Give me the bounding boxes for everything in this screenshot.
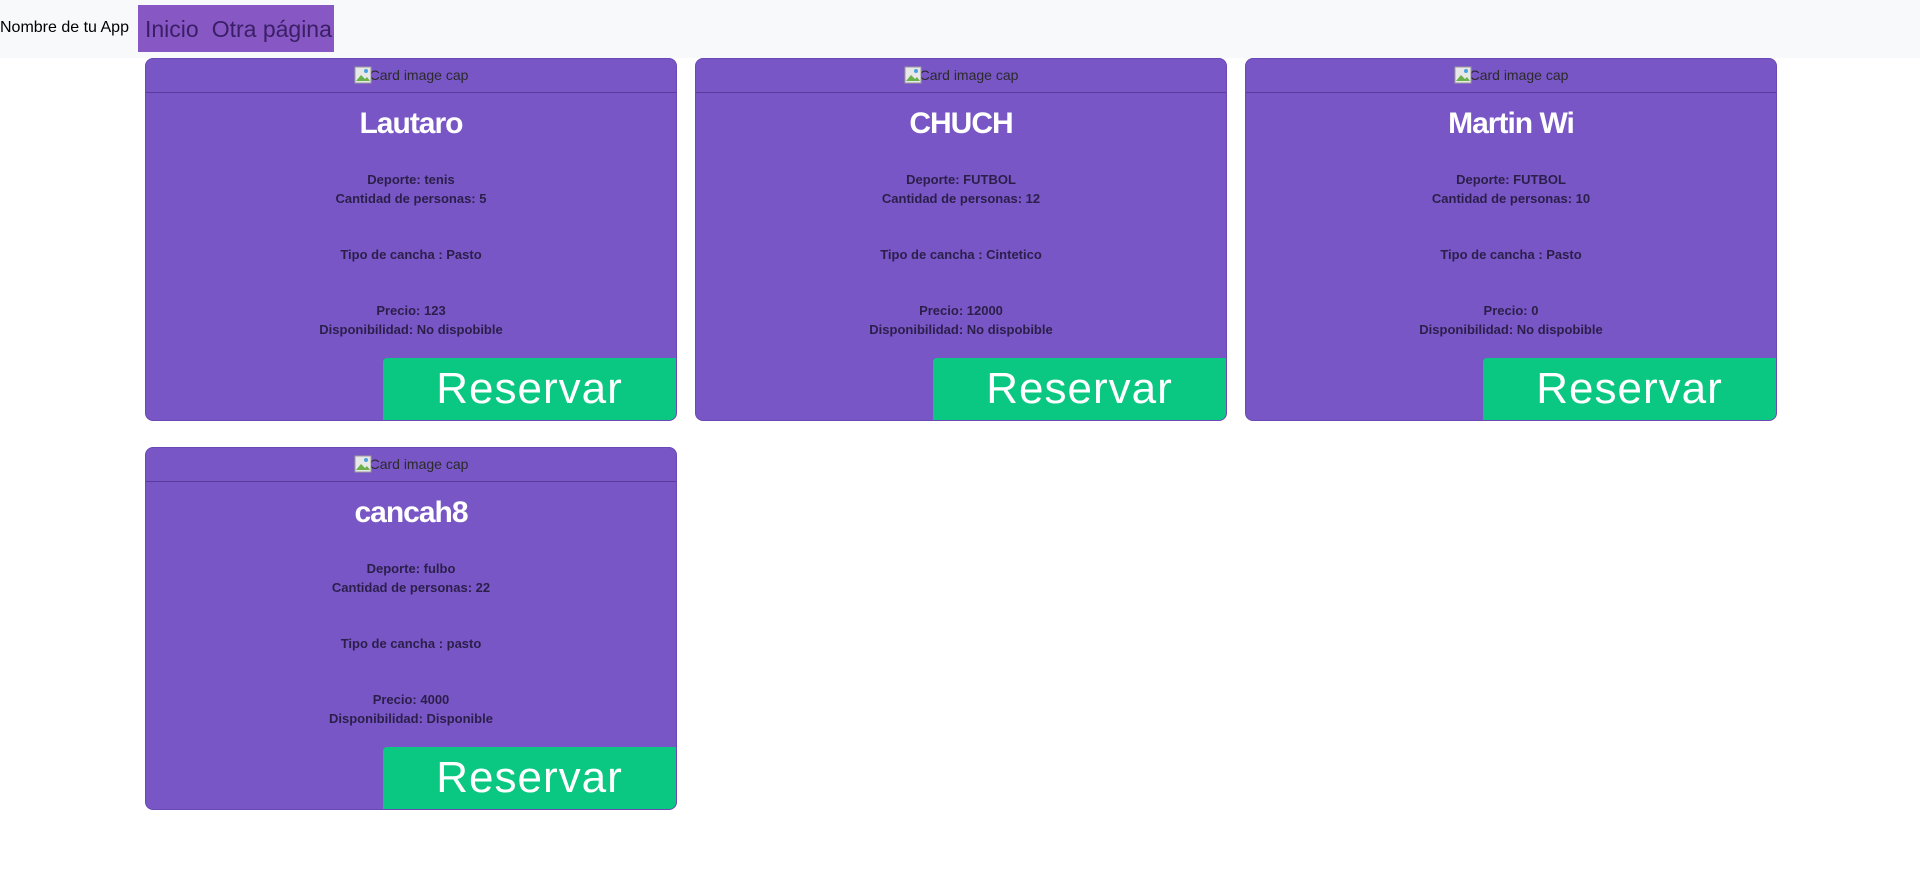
nav-links: Inicio Otra página [138,5,334,52]
navbar-brand[interactable]: Nombre de tu App [0,19,129,37]
court-card: Card image cap Lautaro Deporte: tenis Ca… [145,58,677,421]
card-price: Precio: 4000 [372,692,450,707]
broken-image-icon [1454,66,1472,84]
court-card: Card image cap cancah8 Deporte: fulbo Ca… [145,447,677,810]
court-card: Card image cap Martin Wi Deporte: FUTBOL… [1245,58,1777,421]
card-sport: Deporte: FUTBOL [1456,172,1566,187]
broken-image-icon [904,66,922,84]
card-image-alt: Card image cap [369,67,469,83]
card-image-alt: Card image cap [1469,67,1569,83]
card-people: Cantidad de personas: 10 [1431,191,1591,206]
nav-link-inicio[interactable]: Inicio [145,16,199,42]
card-court-type: Tipo de cancha : Cintetico [880,247,1042,262]
card-sport: Deporte: FUTBOL [906,172,1016,187]
card-court-type: Tipo de cancha : Pasto [1440,247,1582,262]
card-availability: Disponibilidad: No dispobible [1419,322,1603,337]
card-title: CHUCH [909,107,1013,140]
card-court-type: Tipo de cancha : Pasto [340,247,482,262]
card-availability: Disponibilidad: Disponible [329,711,493,726]
reserve-button[interactable]: Reservar [383,358,676,420]
card-image: Card image cap [146,448,676,482]
card-price: Precio: 12000 [919,303,1003,318]
broken-image-icon [354,66,372,84]
card-people: Cantidad de personas: 12 [881,191,1041,206]
nav-link-otra-pagina[interactable]: Otra página [212,16,332,42]
card-sport: Deporte: tenis [367,172,455,187]
card-title: Martin Wi [1448,107,1575,140]
card-image: Card image cap [1246,59,1776,93]
card-people: Cantidad de personas: 5 [335,191,487,206]
card-image-alt: Card image cap [369,456,469,472]
card-availability: Disponibilidad: No dispobible [869,322,1053,337]
card-image-alt: Card image cap [919,67,1019,83]
card-court-type: Tipo de cancha : pasto [340,636,482,651]
card-sport: Deporte: fulbo [366,561,456,576]
navbar: Nombre de tu App Inicio Otra página [0,0,1920,58]
card-title: Lautaro [359,107,463,140]
broken-image-icon [354,455,372,473]
card-image: Card image cap [146,59,676,93]
card-availability: Disponibilidad: No dispobible [319,322,503,337]
reserve-button[interactable]: Reservar [1483,358,1776,420]
court-card: Card image cap CHUCH Deporte: FUTBOL Can… [695,58,1227,421]
card-image: Card image cap [696,59,1226,93]
reserve-button[interactable]: Reservar [933,358,1226,420]
reserve-button[interactable]: Reservar [383,747,676,809]
card-price: Precio: 123 [376,303,446,318]
card-title: cancah8 [354,496,468,529]
card-people: Cantidad de personas: 22 [331,580,491,595]
card-price: Precio: 0 [1483,303,1539,318]
